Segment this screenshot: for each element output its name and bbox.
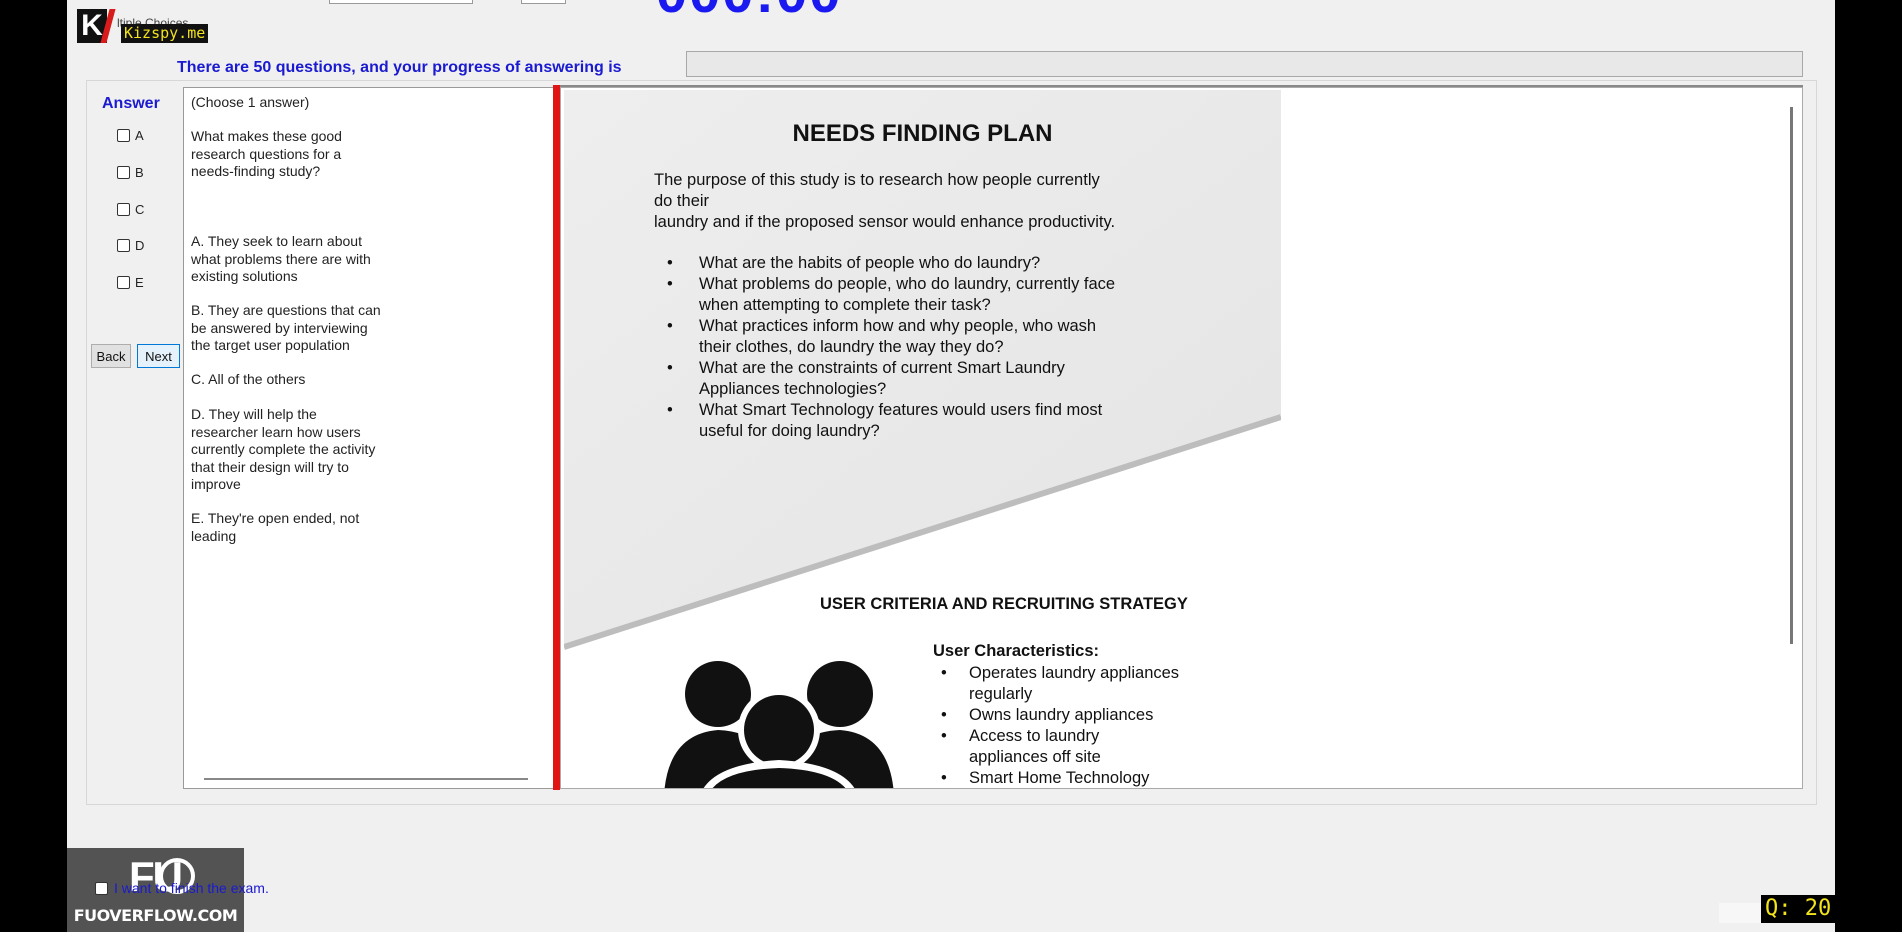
bullet-text: What problems do people, who do laundry,…	[699, 275, 1116, 314]
characteristic-text: Operates laundry appliances regularly	[969, 664, 1180, 703]
fuo-site-text: FUOVERFLOW.COM	[73, 906, 238, 925]
logo-site-text: Kizspy.me	[121, 24, 209, 43]
choice-e-text: E. They're open ended, not leading	[191, 510, 360, 544]
option-e[interactable]: E	[117, 275, 144, 290]
option-b[interactable]: B	[117, 165, 144, 180]
progress-bar	[686, 51, 1803, 77]
status-box	[1719, 903, 1763, 923]
option-e-label: E	[135, 275, 144, 290]
option-a-label: A	[135, 128, 144, 143]
checkbox-icon[interactable]	[117, 129, 130, 142]
choice-a-text: A. They seek to learn about what problem…	[191, 233, 371, 284]
question-number-badge: Q: 20	[1761, 895, 1836, 923]
bullet-glyph: •	[941, 706, 947, 724]
question-instruction: (Choose 1 answer)	[191, 94, 310, 110]
question-image-panel[interactable]: NEEDS FINDING PLAN The purpose of this s…	[560, 87, 1803, 789]
recruiting-section-title: USER CRITERIA AND RECRUITING STRATEGY	[820, 595, 1188, 613]
question-stem: What makes these good research questions…	[191, 128, 342, 179]
bullet-glyph: •	[667, 275, 673, 293]
screen: 000:00 K ltiple Choices Kizspy.me There …	[0, 0, 1902, 932]
option-a[interactable]: A	[117, 128, 144, 143]
characteristic-text: Smart Home Technology	[969, 769, 1150, 787]
option-c[interactable]: C	[117, 202, 144, 217]
users-group-icon	[664, 661, 894, 788]
slide-image: NEEDS FINDING PLAN The purpose of this s…	[564, 90, 1281, 788]
kizspy-logo: K ltiple Choices Kizspy.me	[77, 9, 209, 43]
top-small-box-clipped[interactable]	[521, 0, 566, 4]
back-button[interactable]: Back	[91, 344, 131, 368]
checkbox-icon[interactable]	[117, 239, 130, 252]
answer-title: Answer	[102, 95, 160, 112]
choice-d-text: D. They will help the researcher learn h…	[191, 406, 376, 492]
question-text-panel[interactable]: (Choose 1 answer) What makes these good …	[183, 87, 554, 789]
option-b-label: B	[135, 165, 144, 180]
bullet-glyph: •	[941, 769, 947, 787]
characteristic-text: Owns laundry appliances	[969, 706, 1154, 724]
progress-label: There are 50 questions, and your progres…	[177, 59, 622, 76]
bullet-text: What are the constraints of current Smar…	[699, 359, 1065, 398]
option-c-label: C	[135, 202, 145, 217]
choice-c-text: C. All of the others	[191, 371, 306, 387]
characteristic-text: Access to laundry appliances off site	[969, 727, 1101, 766]
choice-b-text: B. They are questions that can be answer…	[191, 302, 381, 353]
bullet-glyph: •	[667, 401, 673, 419]
finish-exam-label: I want to finish the exam.	[114, 880, 269, 896]
bullet-text: What Smart Technology features would use…	[699, 401, 1103, 440]
countdown-timer: 000:00	[656, 0, 842, 25]
horizontal-scrollbar[interactable]	[204, 778, 528, 780]
slide-title: NEEDS FINDING PLAN	[792, 120, 1053, 147]
checkbox-icon[interactable]	[117, 166, 130, 179]
finish-exam-checkbox[interactable]: I want to finish the exam.	[95, 880, 269, 896]
vertical-scrollbar[interactable]	[1790, 107, 1793, 644]
user-characteristics-title: User Characteristics:	[933, 642, 1099, 660]
k-logo-icon: K	[77, 9, 107, 43]
slide-purpose: The purpose of this study is to research…	[654, 171, 1116, 231]
checkbox-icon[interactable]	[117, 203, 130, 216]
checkbox-icon[interactable]	[95, 881, 108, 895]
bullet-glyph: •	[667, 359, 673, 377]
bullet-glyph: •	[941, 664, 947, 682]
panel-divider[interactable]	[553, 85, 560, 790]
bullet-glyph: •	[941, 727, 947, 745]
next-button[interactable]: Next	[137, 344, 180, 368]
exam-window: 000:00 K ltiple Choices Kizspy.me There …	[67, 0, 1835, 932]
bullet-text: What practices inform how and why people…	[699, 317, 1097, 356]
option-d[interactable]: D	[117, 238, 144, 253]
option-d-label: D	[135, 238, 145, 253]
bullet-glyph: •	[667, 254, 673, 272]
bullet-glyph: •	[667, 317, 673, 335]
top-dropdown-clipped[interactable]	[329, 0, 473, 4]
bullet-text: What are the habits of people who do lau…	[699, 254, 1041, 272]
checkbox-icon[interactable]	[117, 276, 130, 289]
